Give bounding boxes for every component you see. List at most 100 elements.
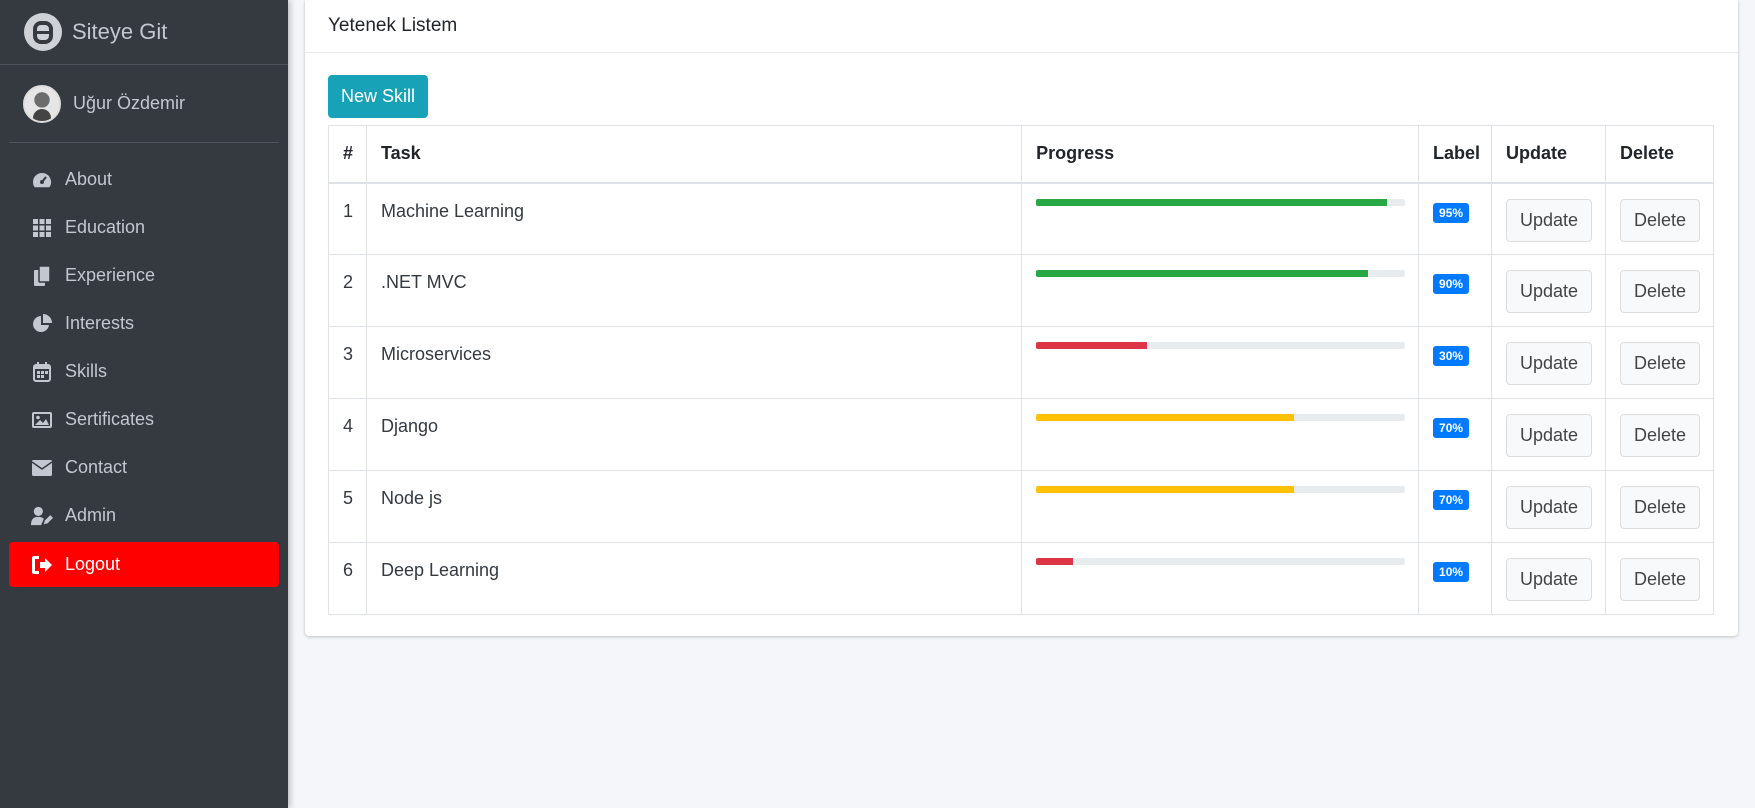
sidebar-item-label: Skills bbox=[65, 361, 108, 381]
progress-bar bbox=[1036, 342, 1147, 349]
update-cell: Update bbox=[1491, 326, 1606, 399]
envelope-icon bbox=[31, 457, 53, 479]
user-name: Uğur Özdemir bbox=[73, 93, 186, 113]
progress-bar bbox=[1036, 558, 1073, 565]
progress-badge: 30% bbox=[1433, 346, 1470, 366]
progress-track bbox=[1036, 342, 1406, 349]
copy-icon bbox=[31, 265, 53, 287]
update-cell: Update bbox=[1491, 470, 1606, 543]
progress-cell bbox=[1021, 182, 1420, 255]
progress-cell bbox=[1021, 398, 1420, 471]
avatar bbox=[23, 84, 61, 123]
delete-cell: Delete bbox=[1604, 398, 1715, 471]
column-header-update: Update bbox=[1491, 125, 1606, 184]
row-number: 4 bbox=[328, 398, 367, 471]
skills-card: Yetenek Listem New Skill # Task Progress… bbox=[305, 0, 1738, 636]
sidebar-item-label: Admin bbox=[65, 505, 117, 525]
progress-track bbox=[1036, 270, 1406, 277]
task-name: Node js bbox=[365, 470, 1023, 543]
label-cell: 70% bbox=[1418, 470, 1492, 543]
label-cell: 95% bbox=[1418, 182, 1492, 255]
sidebar-item-label: Experience bbox=[65, 265, 156, 285]
sidebar-nav: About Education Experience Interests Ski… bbox=[0, 157, 288, 587]
row-number: 3 bbox=[328, 326, 367, 399]
brand-link[interactable]: Siteye Git bbox=[0, 0, 288, 65]
delete-button[interactable]: Delete bbox=[1619, 198, 1700, 242]
sidebar-item-skills[interactable]: Skills bbox=[9, 349, 279, 394]
delete-button[interactable]: Delete bbox=[1619, 558, 1700, 601]
task-name: .NET MVC bbox=[365, 254, 1023, 327]
sidebar-item-label: Interests bbox=[65, 313, 135, 333]
progress-badge: 70% bbox=[1433, 418, 1470, 438]
progress-track bbox=[1036, 414, 1406, 421]
pie-chart-icon bbox=[31, 313, 53, 335]
task-name: Django bbox=[365, 398, 1023, 471]
progress-badge: 70% bbox=[1433, 490, 1470, 510]
label-cell: 30% bbox=[1418, 326, 1492, 399]
table-row: 5 Node js 70% Update Delete bbox=[328, 470, 1715, 543]
delete-button[interactable]: Delete bbox=[1619, 270, 1700, 313]
update-button[interactable]: Update bbox=[1506, 270, 1592, 313]
new-skill-button[interactable]: New Skill bbox=[328, 75, 428, 118]
user-panel[interactable]: Uğur Özdemir bbox=[9, 65, 279, 143]
delete-button[interactable]: Delete bbox=[1619, 342, 1700, 385]
tachometer-icon bbox=[31, 169, 53, 191]
skills-table: # Task Progress Label Update Delete 1 Mac… bbox=[328, 125, 1715, 615]
update-cell: Update bbox=[1491, 182, 1606, 255]
delete-cell: Delete bbox=[1604, 326, 1715, 399]
update-cell: Update bbox=[1491, 398, 1606, 471]
update-button[interactable]: Update bbox=[1506, 342, 1592, 385]
column-header-label: Label bbox=[1418, 125, 1492, 184]
delete-cell: Delete bbox=[1604, 254, 1715, 327]
progress-cell bbox=[1021, 470, 1420, 543]
sidebar-item-label: Logout bbox=[65, 554, 121, 574]
row-number: 6 bbox=[328, 542, 367, 615]
progress-bar bbox=[1036, 414, 1295, 421]
grid-icon bbox=[31, 217, 53, 239]
update-button[interactable]: Update bbox=[1506, 198, 1592, 242]
update-button[interactable]: Update bbox=[1506, 558, 1592, 601]
row-number: 5 bbox=[328, 470, 367, 543]
sidebar-item-about[interactable]: About bbox=[9, 157, 279, 202]
table-row: 1 Machine Learning 95% Update Delete bbox=[328, 182, 1715, 255]
sidebar-item-contact[interactable]: Contact bbox=[9, 445, 279, 490]
brand-text: Siteye Git bbox=[72, 19, 168, 44]
sidebar-item-admin[interactable]: Admin bbox=[9, 493, 279, 538]
row-number: 1 bbox=[328, 182, 367, 255]
progress-track bbox=[1036, 486, 1406, 493]
update-cell: Update bbox=[1491, 254, 1606, 327]
card-title: Yetenek Listem bbox=[305, 0, 1738, 53]
progress-badge: 95% bbox=[1433, 202, 1470, 223]
table-header-row: # Task Progress Label Update Delete bbox=[328, 125, 1715, 184]
progress-bar bbox=[1036, 198, 1387, 206]
progress-cell bbox=[1021, 254, 1420, 327]
progress-track bbox=[1036, 198, 1406, 206]
task-name: Microservices bbox=[365, 326, 1023, 399]
table-row: 4 Django 70% Update Delete bbox=[328, 398, 1715, 471]
column-header-progress: Progress bbox=[1021, 125, 1420, 184]
update-button[interactable]: Update bbox=[1506, 486, 1592, 529]
sidebar-item-logout[interactable]: Logout bbox=[9, 542, 279, 587]
progress-track bbox=[1036, 558, 1406, 565]
delete-button[interactable]: Delete bbox=[1619, 414, 1700, 457]
table-row: 6 Deep Learning 10% Update Delete bbox=[328, 542, 1715, 615]
sidebar-item-sertificates[interactable]: Sertificates bbox=[9, 397, 279, 442]
sidebar-item-education[interactable]: Education bbox=[9, 205, 279, 250]
delete-button[interactable]: Delete bbox=[1619, 486, 1700, 529]
calendar-icon bbox=[31, 361, 53, 383]
sidebar-item-interests[interactable]: Interests bbox=[9, 301, 279, 346]
delete-cell: Delete bbox=[1604, 470, 1715, 543]
user-edit-icon bbox=[31, 505, 53, 527]
progress-badge: 10% bbox=[1433, 562, 1470, 582]
table-row: 3 Microservices 30% Update Delete bbox=[328, 326, 1715, 399]
brand-logo-icon bbox=[24, 13, 62, 51]
sidebar-item-experience[interactable]: Experience bbox=[9, 253, 279, 298]
column-header-task: Task bbox=[365, 125, 1023, 184]
update-cell: Update bbox=[1491, 542, 1606, 615]
progress-badge: 90% bbox=[1433, 274, 1470, 294]
sign-out-icon bbox=[31, 554, 53, 576]
task-name: Machine Learning bbox=[365, 182, 1023, 255]
label-cell: 90% bbox=[1418, 254, 1492, 327]
image-icon bbox=[31, 409, 53, 431]
update-button[interactable]: Update bbox=[1506, 414, 1592, 457]
